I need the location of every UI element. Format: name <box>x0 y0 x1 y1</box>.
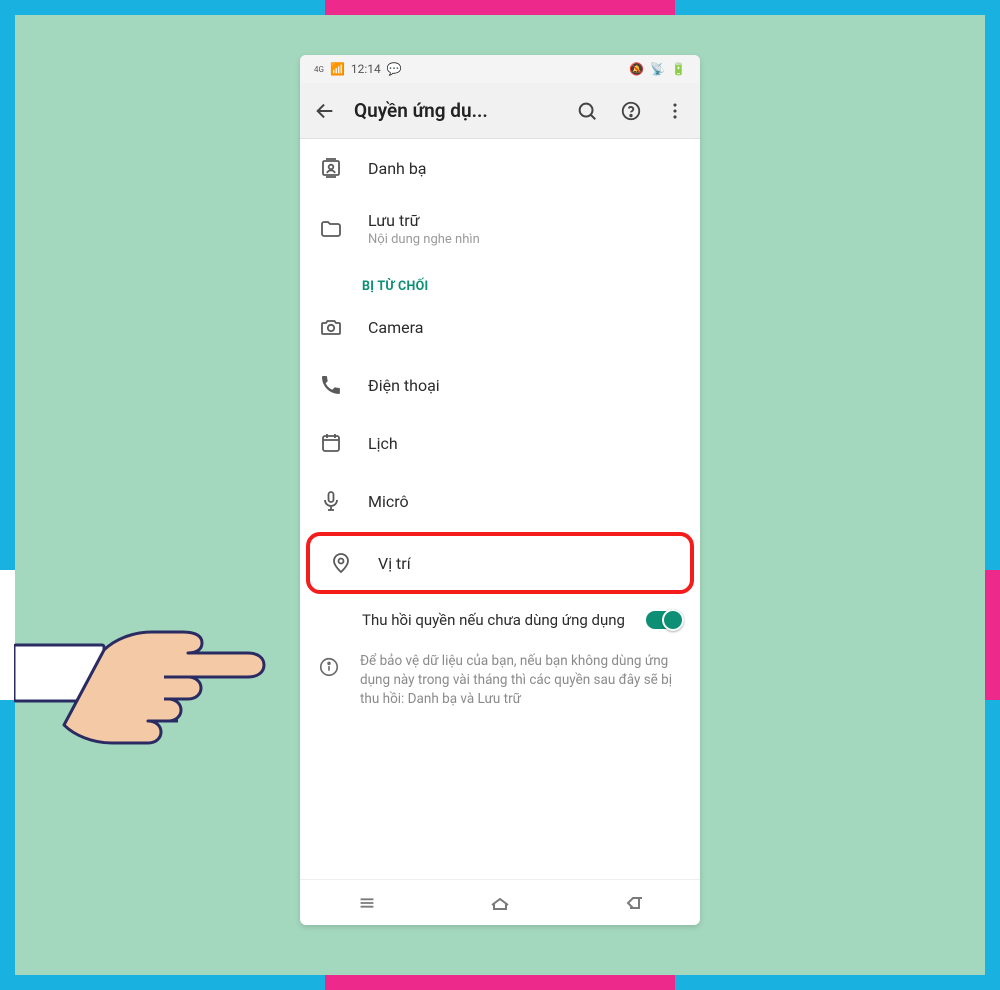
footer-note: Để bảo vệ dữ liệu của bạn, nếu bạn không… <box>300 644 700 723</box>
toggle-label: Thu hồi quyền nếu chưa dùng ứng dụng <box>362 610 630 630</box>
phone-frame: 4G 📶 12:14 💬 🔕 📡 🔋 Quyền ứng dụ... <box>300 55 700 925</box>
frame-accent <box>325 975 675 990</box>
perm-row-camera[interactable]: Camera <box>300 298 700 356</box>
page-title: Quyền ứng dụ... <box>354 99 558 122</box>
folder-icon <box>318 216 344 242</box>
battery-icon: 🔋 <box>671 62 686 76</box>
denied-header: BỊ TỪ CHỐI <box>300 261 700 298</box>
calendar-icon <box>318 430 344 456</box>
frame-border <box>985 0 1000 990</box>
perm-row-microphone[interactable]: Micrô <box>300 472 700 530</box>
perm-label: Camera <box>368 318 682 337</box>
perm-label: Lưu trữ <box>368 211 682 230</box>
app-bar: Quyền ứng dụ... <box>300 83 700 139</box>
perm-row-location[interactable]: Vị trí <box>306 532 694 594</box>
network-label: 4G <box>314 65 324 74</box>
perm-row-calendar[interactable]: Lịch <box>300 414 700 472</box>
pointing-hand-illustration <box>14 605 324 755</box>
system-nav-bar <box>300 879 700 925</box>
home-button[interactable] <box>484 887 516 919</box>
perm-label: Vị trí <box>378 554 672 573</box>
auto-revoke-toggle-row[interactable]: Thu hồi quyền nếu chưa dùng ứng dụng <box>300 596 700 644</box>
messenger-icon: 💬 <box>387 62 402 76</box>
frame-accent <box>985 570 1000 700</box>
perm-row-storage[interactable]: Lưu trữ Nội dung nghe nhìn <box>300 197 700 261</box>
perm-label: Micrô <box>368 492 682 511</box>
overflow-button[interactable] <box>660 96 690 126</box>
location-icon <box>328 550 354 576</box>
perm-label: Danh bạ <box>368 159 682 178</box>
contacts-icon <box>318 155 344 181</box>
frame-accent <box>0 570 15 700</box>
signal-icon: 📶 <box>330 62 345 76</box>
recents-button[interactable] <box>351 887 383 919</box>
perm-label: Điện thoại <box>368 376 682 395</box>
frame-accent <box>325 0 675 15</box>
status-bar: 4G 📶 12:14 💬 🔕 📡 🔋 <box>300 55 700 83</box>
microphone-icon <box>318 488 344 514</box>
back-button[interactable] <box>310 96 340 126</box>
perm-sublabel: Nội dung nghe nhìn <box>368 232 682 247</box>
back-nav-button[interactable] <box>617 887 649 919</box>
frame-border <box>0 0 15 990</box>
perm-row-contacts[interactable]: Danh bạ <box>300 139 700 197</box>
perm-label: Lịch <box>368 434 682 453</box>
clock: 12:14 <box>351 62 381 76</box>
toggle-switch[interactable] <box>646 611 682 629</box>
help-button[interactable] <box>616 96 646 126</box>
wifi-icon: 📡 <box>650 62 665 76</box>
footer-text: Để bảo vệ dữ liệu của bạn, nếu bạn không… <box>360 652 682 709</box>
phone-icon <box>318 372 344 398</box>
dnd-icon: 🔕 <box>629 62 644 76</box>
search-button[interactable] <box>572 96 602 126</box>
perm-row-phone[interactable]: Điện thoại <box>300 356 700 414</box>
permissions-list[interactable]: Danh bạ Lưu trữ Nội dung nghe nhìn BỊ TỪ… <box>300 139 700 879</box>
camera-icon <box>318 314 344 340</box>
